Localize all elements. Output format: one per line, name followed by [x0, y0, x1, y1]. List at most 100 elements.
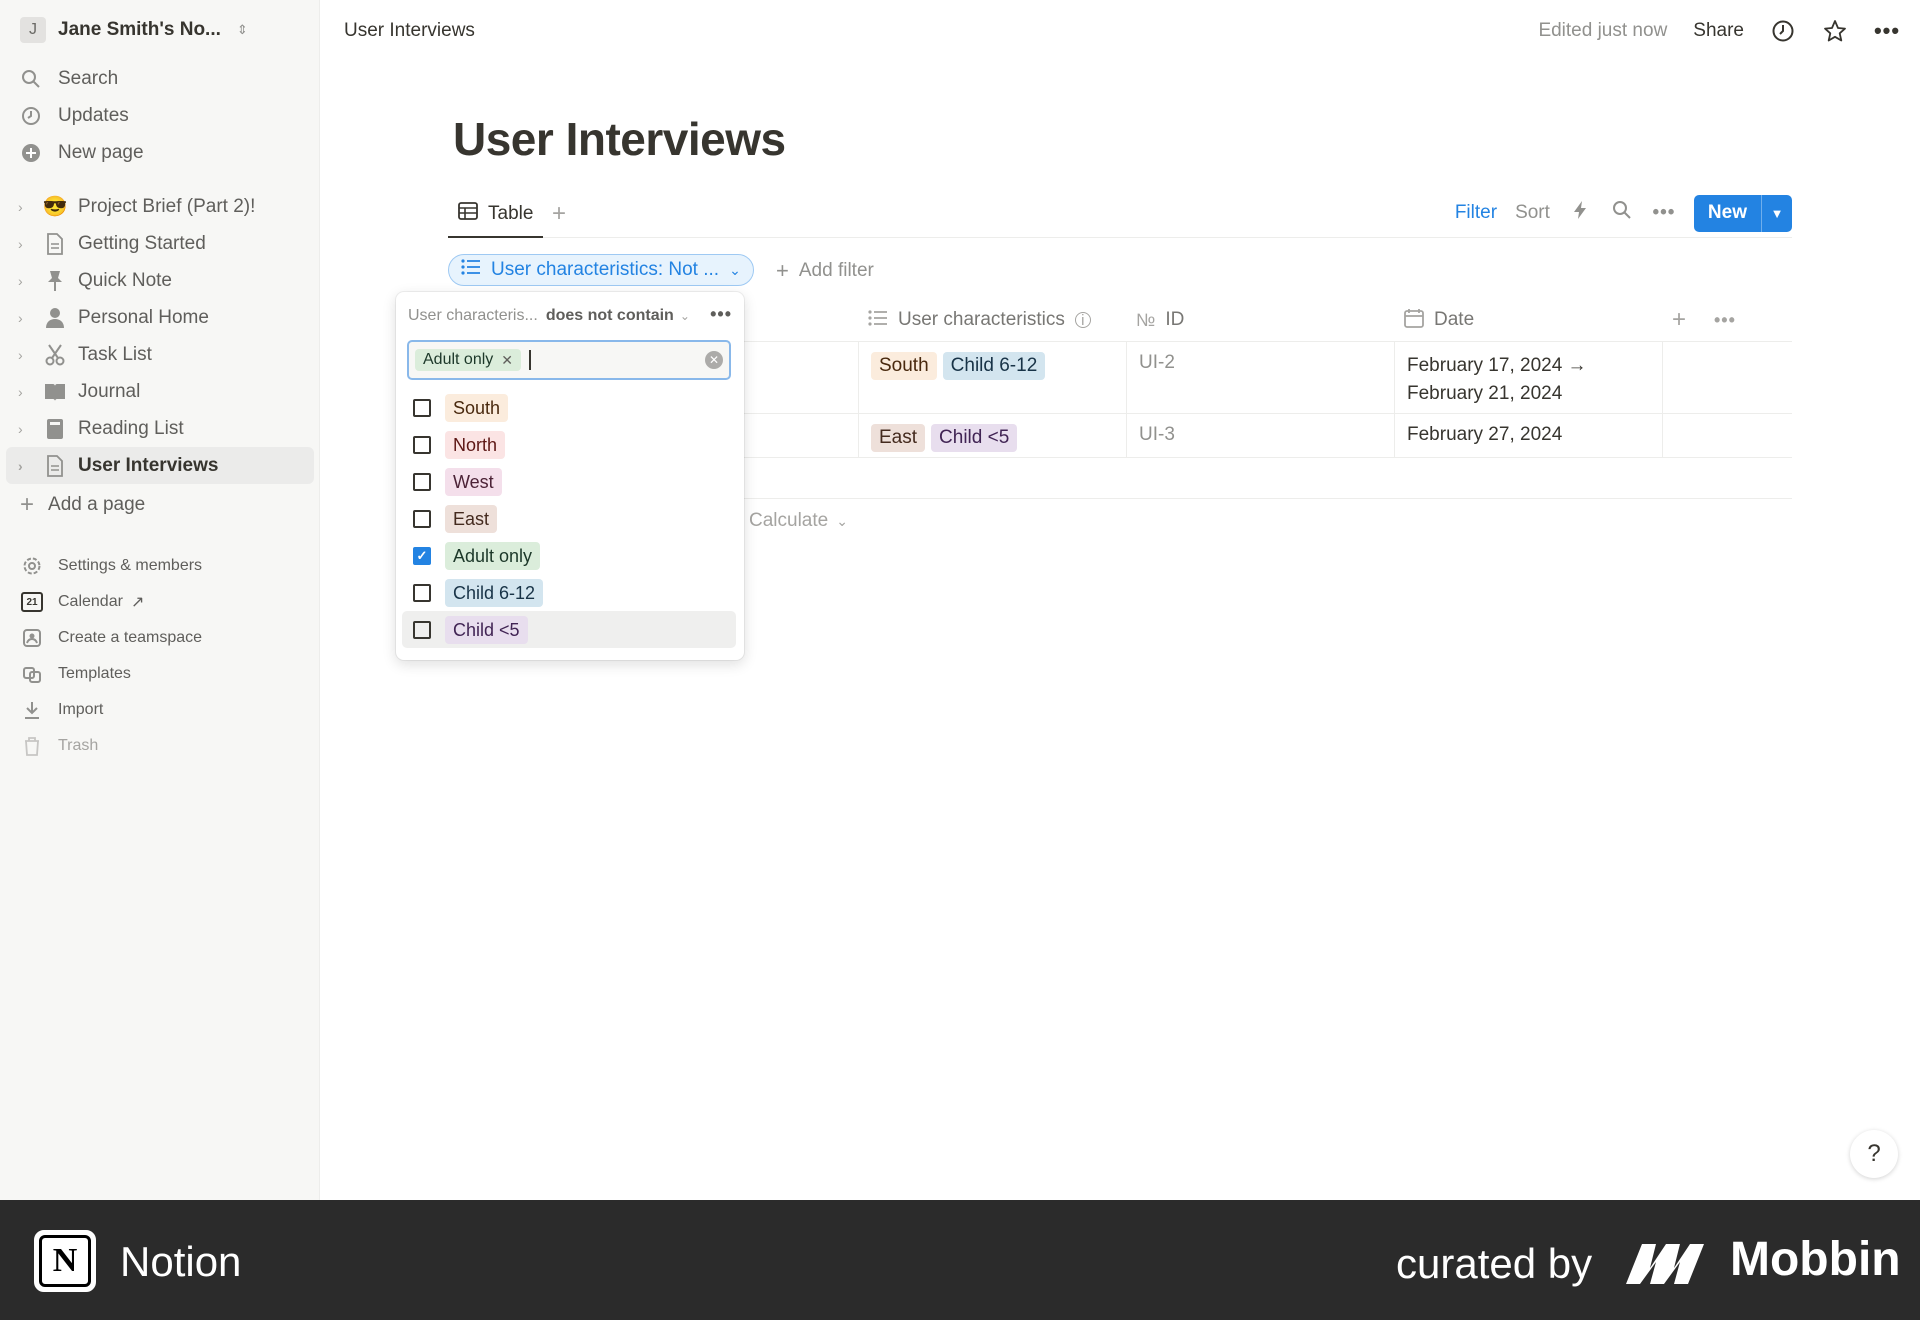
sidebar-item-task-list[interactable]: › Task List: [6, 336, 314, 373]
tab-table-label: Table: [488, 203, 534, 224]
search-icon: [20, 68, 42, 90]
clear-icon[interactable]: ✕: [705, 351, 723, 369]
help-button[interactable]: ?: [1850, 1130, 1898, 1178]
filter-option-child-6-12[interactable]: Child 6-12: [402, 574, 736, 611]
mobbin-wordmark: Mobbin: [1730, 1233, 1901, 1286]
sidebar-import[interactable]: Import: [20, 692, 202, 728]
sidebar-create-teamspace[interactable]: Create a teamspace: [20, 620, 202, 656]
chevron-right-icon[interactable]: ›: [18, 347, 34, 363]
sidebar-item-label: Project Brief (Part 2)!: [78, 195, 256, 217]
add-filter-label: Add filter: [798, 260, 874, 281]
sidebar-settings-label: Settings & members: [58, 557, 203, 574]
table-cell-characteristics[interactable]: South Child 6-12: [858, 342, 1126, 413]
checkbox[interactable]: [413, 583, 431, 602]
table-cell-empty[interactable]: [1662, 414, 1792, 457]
chevron-right-icon[interactable]: ›: [18, 458, 34, 474]
checkbox[interactable]: [413, 435, 431, 454]
topbar-actions: Edited just now Share •••: [1538, 16, 1900, 46]
filter-option-west[interactable]: West: [402, 463, 736, 500]
plus-icon: +: [20, 491, 35, 518]
checkbox[interactable]: [413, 398, 431, 417]
chevron-right-icon[interactable]: ›: [18, 236, 34, 252]
filter-popup-header: User characteris... does not contain ⌄ •…: [408, 302, 732, 330]
new-button[interactable]: New ▼: [1693, 194, 1792, 232]
pin-icon: [42, 269, 68, 293]
sidebar-item-quick-note[interactable]: › Quick Note: [6, 262, 314, 299]
sidebar-item-label: Personal Home: [78, 306, 209, 328]
filter-property: User characteris...: [408, 307, 538, 324]
chevron-right-icon[interactable]: ›: [18, 421, 34, 437]
column-header-date[interactable]: Date: [1404, 298, 1474, 342]
filter-button[interactable]: Filter: [1455, 202, 1497, 224]
option-tag: Adult only: [445, 541, 541, 570]
sidebar-item-user-interviews[interactable]: › User Interviews: [6, 447, 314, 484]
automation-icon[interactable]: [1568, 200, 1592, 226]
calculate-button[interactable]: Calculate ⌄: [749, 510, 848, 532]
checkbox[interactable]: [413, 472, 431, 491]
sidebar-templates[interactable]: Templates: [20, 656, 202, 692]
workspace-switcher[interactable]: J Jane Smith's No... ⇕: [20, 16, 248, 44]
filter-option-south[interactable]: South: [402, 389, 736, 426]
selected-value-chip: Adult only ✕: [415, 349, 521, 371]
sidebar-item-personal-home[interactable]: › Personal Home: [6, 299, 314, 336]
page-title[interactable]: User Interviews: [453, 112, 786, 166]
table-cell-empty[interactable]: [1662, 342, 1792, 413]
sidebar-settings[interactable]: Settings & members: [20, 548, 202, 584]
history-icon[interactable]: [1770, 18, 1796, 44]
chevron-down-icon[interactable]: ⌄: [680, 309, 690, 323]
checkbox[interactable]: [413, 620, 431, 639]
checkbox[interactable]: [413, 509, 431, 528]
filter-option-north[interactable]: North: [402, 426, 736, 463]
option-tag: Child 6-12: [445, 578, 544, 607]
filter-option-adult-only[interactable]: ✓ Adult only: [402, 537, 736, 574]
sidebar-calendar-label: Calendar: [58, 593, 123, 610]
add-view-icon[interactable]: +: [552, 200, 566, 228]
sidebar-trash[interactable]: Trash: [20, 728, 202, 764]
chevron-right-icon[interactable]: ›: [18, 384, 34, 400]
sidebar-item-project-brief[interactable]: › 😎 Project Brief (Part 2)!: [6, 188, 314, 225]
sidebar-item-journal[interactable]: › Journal: [6, 373, 314, 410]
more-icon[interactable]: •••: [1714, 298, 1736, 342]
table-cell-characteristics[interactable]: East Child <5: [858, 414, 1126, 457]
chevron-right-icon[interactable]: ›: [18, 310, 34, 326]
sidebar-item-reading-list[interactable]: › Reading List: [6, 410, 314, 447]
sort-button[interactable]: Sort: [1515, 202, 1550, 224]
selected-value-label: Adult only: [423, 351, 494, 368]
sidebar-search[interactable]: Search: [20, 60, 144, 97]
more-icon[interactable]: •••: [1652, 202, 1676, 224]
add-page-button[interactable]: + Add a page: [20, 490, 145, 520]
filter-option-east[interactable]: East: [402, 500, 736, 537]
search-icon[interactable]: [1610, 200, 1634, 226]
filter-popup: User characteris... does not contain ⌄ •…: [396, 292, 744, 660]
more-icon[interactable]: •••: [710, 304, 732, 325]
active-filter-chip[interactable]: User characteristics: Not ... ⌄: [448, 254, 754, 286]
table-cell-id[interactable]: UI-3: [1126, 414, 1394, 457]
list-icon: [461, 259, 481, 281]
column-header-id[interactable]: № ID: [1136, 298, 1184, 342]
chevron-down-icon[interactable]: ▼: [1762, 195, 1792, 232]
sidebar-new-page[interactable]: New page: [20, 134, 144, 171]
star-icon[interactable]: [1822, 18, 1848, 44]
column-header-characteristics[interactable]: User characteristics i: [868, 298, 1091, 342]
filter-value-input[interactable]: Adult only ✕ ✕: [407, 340, 731, 380]
filter-option-child-under-5[interactable]: Child <5: [402, 611, 736, 648]
add-filter-button[interactable]: + Add filter: [776, 258, 874, 284]
table-cell-date[interactable]: February 17, 2024 → February 21, 2024: [1394, 342, 1662, 413]
add-column-icon[interactable]: +: [1672, 298, 1686, 342]
remove-chip-icon[interactable]: ✕: [501, 352, 513, 369]
sidebar-item-label: Getting Started: [78, 232, 206, 254]
share-button[interactable]: Share: [1693, 20, 1744, 42]
table-cell-id[interactable]: UI-2: [1126, 342, 1394, 413]
chevron-right-icon[interactable]: ›: [18, 199, 34, 215]
sidebar-item-getting-started[interactable]: › Getting Started: [6, 225, 314, 262]
table-cell-date[interactable]: February 27, 2024: [1394, 414, 1662, 457]
sidebar-updates[interactable]: Updates: [20, 97, 144, 134]
chevron-right-icon[interactable]: ›: [18, 273, 34, 289]
sidebar-calendar[interactable]: 21 Calendar ↗: [20, 584, 202, 620]
checkbox-checked[interactable]: ✓: [413, 546, 431, 565]
more-icon[interactable]: •••: [1874, 18, 1900, 44]
filter-operator-select[interactable]: does not contain: [546, 307, 674, 325]
tab-table[interactable]: Table: [448, 192, 544, 238]
new-button-label[interactable]: New: [1694, 194, 1762, 232]
breadcrumb[interactable]: User Interviews: [344, 20, 475, 42]
